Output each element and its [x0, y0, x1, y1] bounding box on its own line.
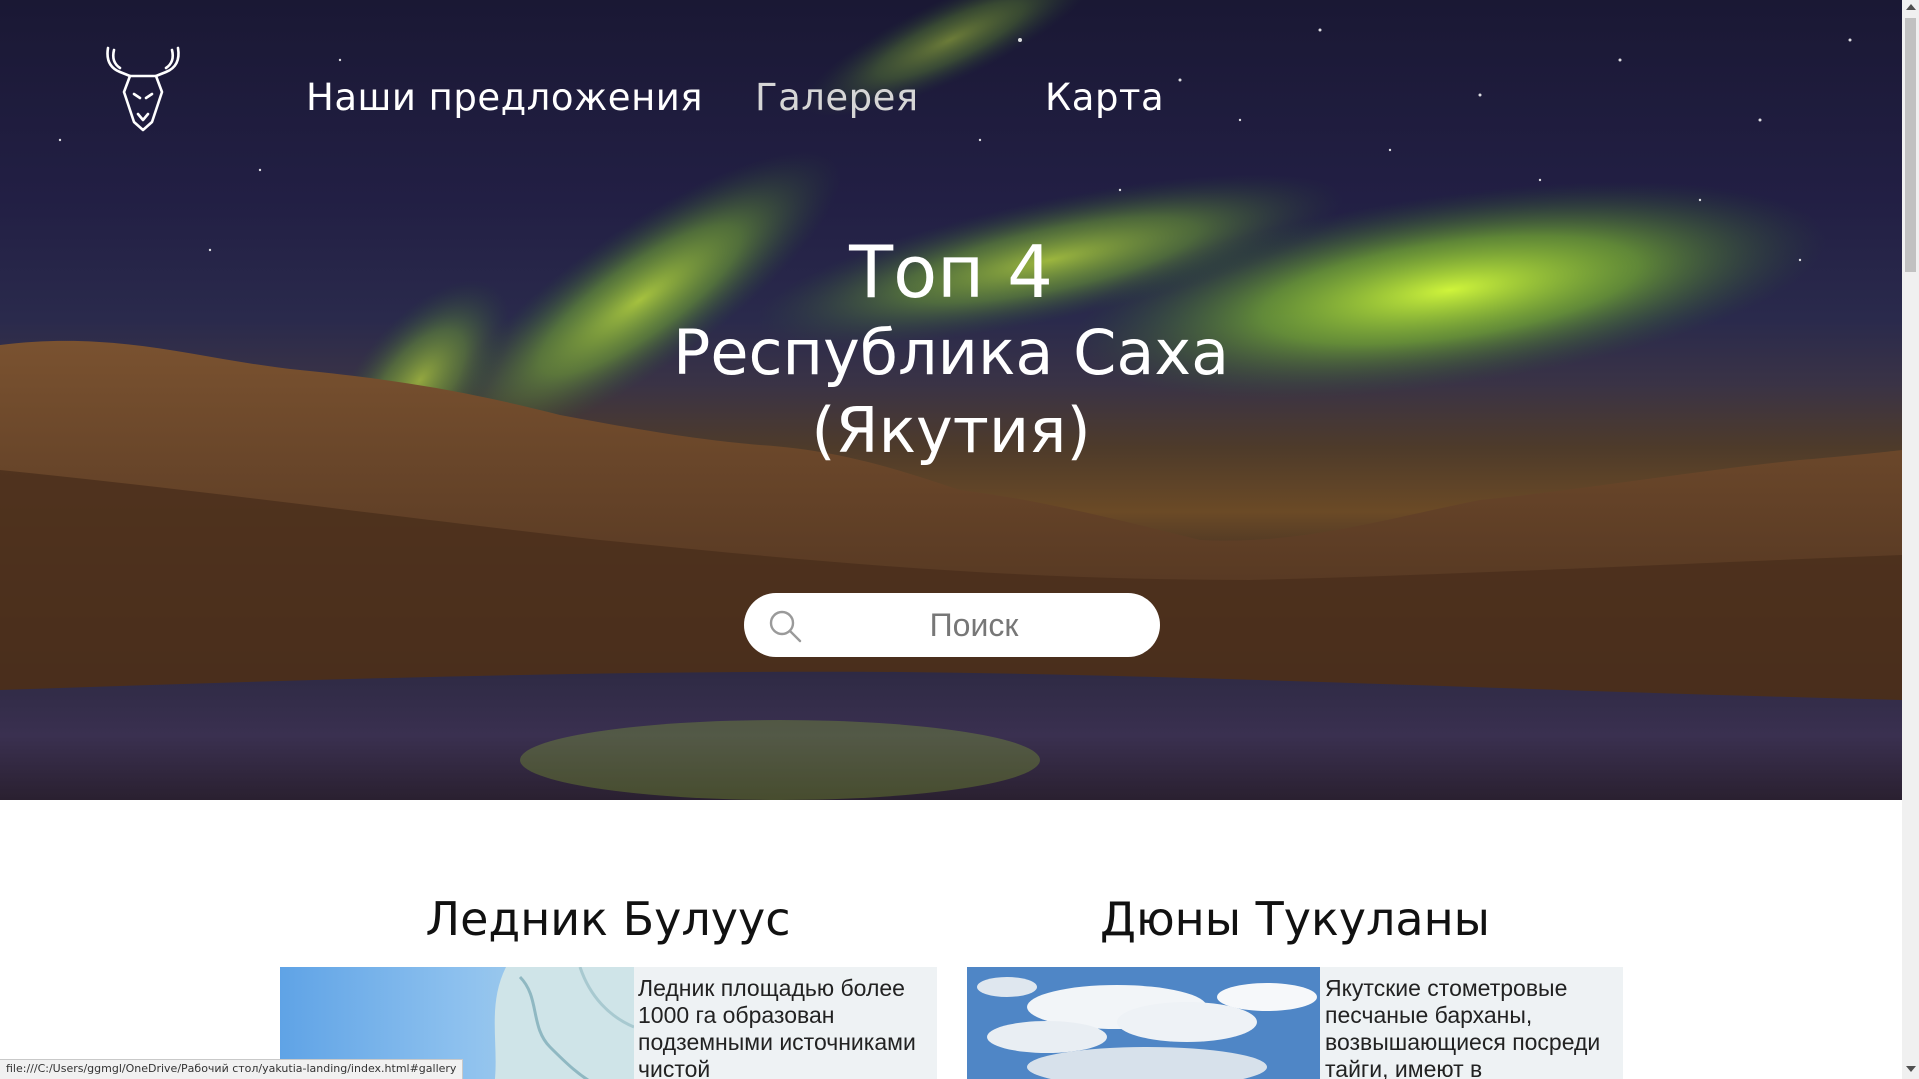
hero-title-line3: (Якутия)	[811, 394, 1091, 467]
hero-title-line2: Республика Саха	[672, 316, 1230, 389]
page: Наши предложения Галерея Карта Топ 4 Рес…	[0, 0, 1902, 1079]
card-title-tukulany: Дюны Тукуланы	[1100, 892, 1490, 946]
deer-logo-icon[interactable]	[100, 42, 186, 134]
nav-offers[interactable]: Наши предложения	[306, 76, 703, 119]
card-buluus-description: Ледник площадью более 1000 га образован …	[638, 975, 916, 1079]
hero-title-line1: Топ 4	[849, 230, 1053, 314]
card-tukulany-description: Якутские стометровые песчаные барханы, в…	[1325, 975, 1601, 1079]
card-tukulany-dunes[interactable]: Якутские стометровые песчаные барханы, в…	[967, 967, 1623, 1079]
scroll-up-arrow-icon[interactable]	[1906, 4, 1916, 10]
search-icon[interactable]	[768, 609, 802, 643]
scroll-down-arrow-icon[interactable]	[1906, 1066, 1916, 1072]
vertical-scrollbar[interactable]	[1902, 0, 1919, 1079]
dunes-image	[967, 967, 1320, 1079]
search-input[interactable]	[824, 593, 1124, 657]
search-box[interactable]	[744, 593, 1160, 657]
scrollbar-thumb[interactable]	[1905, 18, 1916, 272]
nav-map[interactable]: Карта	[1045, 76, 1164, 119]
status-bar-url: file:///C:/Users/ggmgl/OneDrive/Рабочий …	[0, 1059, 464, 1079]
nav-gallery[interactable]: Галерея	[755, 76, 919, 119]
hero-banner: Наши предложения Галерея Карта Топ 4 Рес…	[0, 0, 1902, 800]
card-title-buluus: Ледник Булуус	[425, 892, 791, 946]
